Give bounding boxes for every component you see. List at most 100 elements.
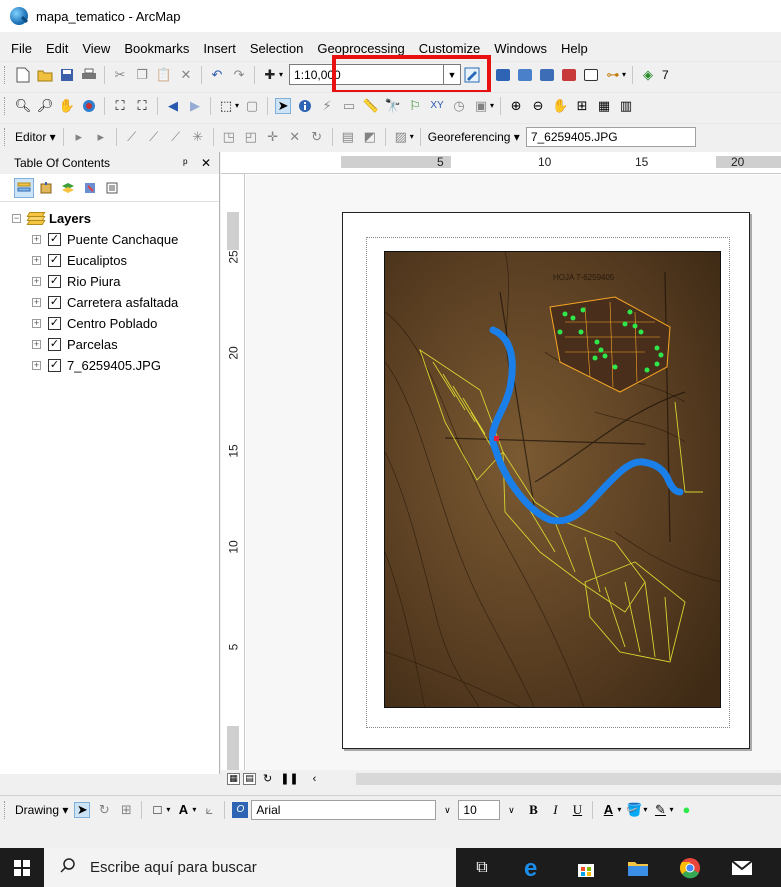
rectangle-icon[interactable]: □ xyxy=(149,802,165,818)
task-view-icon[interactable]: ⧉ xyxy=(456,848,508,887)
list-by-selection-icon[interactable] xyxy=(80,178,100,198)
scroll-left-icon[interactable]: ‹ xyxy=(313,773,317,785)
toolbar-grip[interactable] xyxy=(4,127,7,146)
select-elements-icon[interactable]: ➤ xyxy=(275,97,292,114)
windows-start-icon[interactable] xyxy=(0,848,44,887)
fill-color-icon[interactable]: 🪣 xyxy=(626,802,642,818)
chrome-icon[interactable] xyxy=(664,848,716,887)
line-color-icon[interactable]: ✎ xyxy=(652,802,668,818)
layer-item-raster-image[interactable]: + ✓ 7_6259405.JPG xyxy=(12,355,219,376)
identify-icon[interactable] xyxy=(297,98,313,114)
italic-button[interactable]: I xyxy=(547,802,563,818)
zoom-to-selected-icon[interactable]: ⊞ xyxy=(118,802,134,818)
print-icon[interactable] xyxy=(81,67,97,83)
toc-options-icon[interactable] xyxy=(102,178,122,198)
text-icon[interactable]: A xyxy=(175,802,191,818)
expand-icon[interactable]: + xyxy=(32,256,41,265)
arctoolbox-icon[interactable] xyxy=(561,67,577,83)
go-to-xy-icon[interactable]: XY xyxy=(429,98,445,114)
marker-color-icon[interactable]: ● xyxy=(678,802,694,818)
collapse-icon[interactable]: − xyxy=(12,214,21,223)
georeferencing-menu-button[interactable]: Georeferencing ▾ xyxy=(425,130,523,144)
layer-item-rio-piura[interactable]: + ✓ Rio Piura xyxy=(12,271,219,292)
layer-visibility-checkbox[interactable]: ✓ xyxy=(48,338,61,351)
layer-partial-icon[interactable]: ◈ xyxy=(640,67,656,83)
pin-icon[interactable]: ᵖ xyxy=(183,156,188,170)
pan-page-icon[interactable]: ✋ xyxy=(552,98,568,114)
edit-vertices-icon[interactable]: ◳ xyxy=(221,129,237,145)
html-popup-icon[interactable]: ▭ xyxy=(341,98,357,114)
go-back-icon[interactable]: ◀ xyxy=(165,98,181,114)
puente-canchaque-point[interactable] xyxy=(494,436,499,441)
data-view-icon[interactable]: ▦ xyxy=(227,772,240,785)
zoom-in-icon[interactable]: 🔍︎ xyxy=(15,98,32,114)
taskbar-search-box[interactable]: Escribe aquí para buscar xyxy=(44,848,456,887)
edit-tool-icon[interactable]: ▸ xyxy=(71,129,87,145)
layout-grid-icon[interactable]: ▥ xyxy=(618,98,634,114)
select-elements-icon[interactable]: ➤ xyxy=(74,801,91,818)
zoom-out-page-icon[interactable]: ⊖ xyxy=(530,98,546,114)
new-document-icon[interactable] xyxy=(15,67,31,83)
split-icon[interactable]: ✕ xyxy=(287,129,303,145)
layer-item-parcelas[interactable]: + ✓ Parcelas xyxy=(12,334,219,355)
font-select[interactable]: Arial xyxy=(251,799,437,820)
layer-visibility-checkbox[interactable]: ✓ xyxy=(48,233,61,246)
font-size-select[interactable]: 10 xyxy=(458,799,501,820)
layer-item-puente-canchaque[interactable]: + ✓ Puente Canchaque xyxy=(12,229,219,250)
create-features-icon[interactable]: ▨ xyxy=(393,129,409,145)
mail-icon[interactable] xyxy=(716,848,768,887)
layer-visibility-checkbox[interactable]: ✓ xyxy=(48,296,61,309)
toolbar-grip[interactable] xyxy=(4,65,7,84)
reshape-icon[interactable]: ◰ xyxy=(243,129,259,145)
table-of-contents-icon[interactable] xyxy=(495,67,511,83)
clear-selection-icon[interactable]: ▢ xyxy=(244,98,260,114)
layer-visibility-checkbox[interactable]: ✓ xyxy=(48,317,61,330)
catalog-icon[interactable] xyxy=(517,67,533,83)
paste-icon[interactable]: 📋 xyxy=(156,67,172,83)
zoom-100-icon[interactable]: ▦ xyxy=(596,98,612,114)
layer-visibility-checkbox[interactable]: ✓ xyxy=(48,254,61,267)
page-extent-icon[interactable]: ⊞ xyxy=(574,98,590,114)
list-by-drawing-order-icon[interactable] xyxy=(14,177,34,198)
refresh-icon[interactable]: ↻ xyxy=(263,772,272,785)
find-route-icon[interactable]: ⚐ xyxy=(407,98,423,114)
layers-root[interactable]: − Layers xyxy=(12,208,219,229)
measure-icon[interactable]: 📏 xyxy=(363,98,379,114)
chevron-down-icon[interactable]: ∨ xyxy=(503,802,519,818)
file-explorer-icon[interactable] xyxy=(612,848,664,887)
font-icon[interactable]: O xyxy=(232,801,249,818)
menu-selection[interactable]: Selection xyxy=(243,39,310,58)
menu-help[interactable]: Help xyxy=(554,39,595,58)
expand-icon[interactable]: + xyxy=(32,298,41,307)
expand-icon[interactable]: + xyxy=(32,340,41,349)
layout-view-icon[interactable]: ▤ xyxy=(243,772,256,785)
pan-icon[interactable]: ✋ xyxy=(59,98,75,114)
close-icon[interactable]: ✕ xyxy=(201,156,211,170)
layer-item-carretera-asfaltada[interactable]: + ✓ Carretera asfaltada xyxy=(12,292,219,313)
layer-item-eucaliptos[interactable]: + ✓ Eucaliptos xyxy=(12,250,219,271)
redo-icon[interactable]: ↷ xyxy=(231,67,247,83)
sketch-properties-icon[interactable]: ◩ xyxy=(362,129,378,145)
toolbar-grip[interactable] xyxy=(4,800,7,819)
select-features-icon[interactable]: ⬚ xyxy=(218,98,234,114)
menu-file[interactable]: File xyxy=(4,39,39,58)
editor-menu-button[interactable]: Editor ▾ xyxy=(12,130,59,144)
menu-bookmarks[interactable]: Bookmarks xyxy=(117,39,196,58)
expand-icon[interactable]: + xyxy=(32,361,41,370)
menu-windows[interactable]: Windows xyxy=(487,39,554,58)
straight-segment-icon[interactable]: ⟋ xyxy=(124,129,140,145)
search-window-icon[interactable] xyxy=(539,67,555,83)
menu-edit[interactable]: Edit xyxy=(39,39,75,58)
rotate-icon[interactable]: ↻ xyxy=(96,802,112,818)
expand-icon[interactable]: + xyxy=(32,235,41,244)
undo-icon[interactable]: ↶ xyxy=(209,67,225,83)
map-canvas[interactable]: HOJA 7-6259405 xyxy=(385,252,721,708)
layer-visibility-checkbox[interactable]: ✓ xyxy=(48,275,61,288)
viewer-window-icon[interactable]: ▣ xyxy=(473,98,489,114)
list-by-visibility-icon[interactable] xyxy=(58,178,78,198)
list-by-source-icon[interactable] xyxy=(36,178,56,198)
add-data-icon[interactable]: ✚ xyxy=(262,67,278,83)
find-icon[interactable]: 🔭 xyxy=(385,98,401,114)
data-frame[interactable]: HOJA 7-6259405 xyxy=(384,251,721,708)
fixed-zoom-in-icon[interactable]: ⛶ xyxy=(112,98,128,114)
